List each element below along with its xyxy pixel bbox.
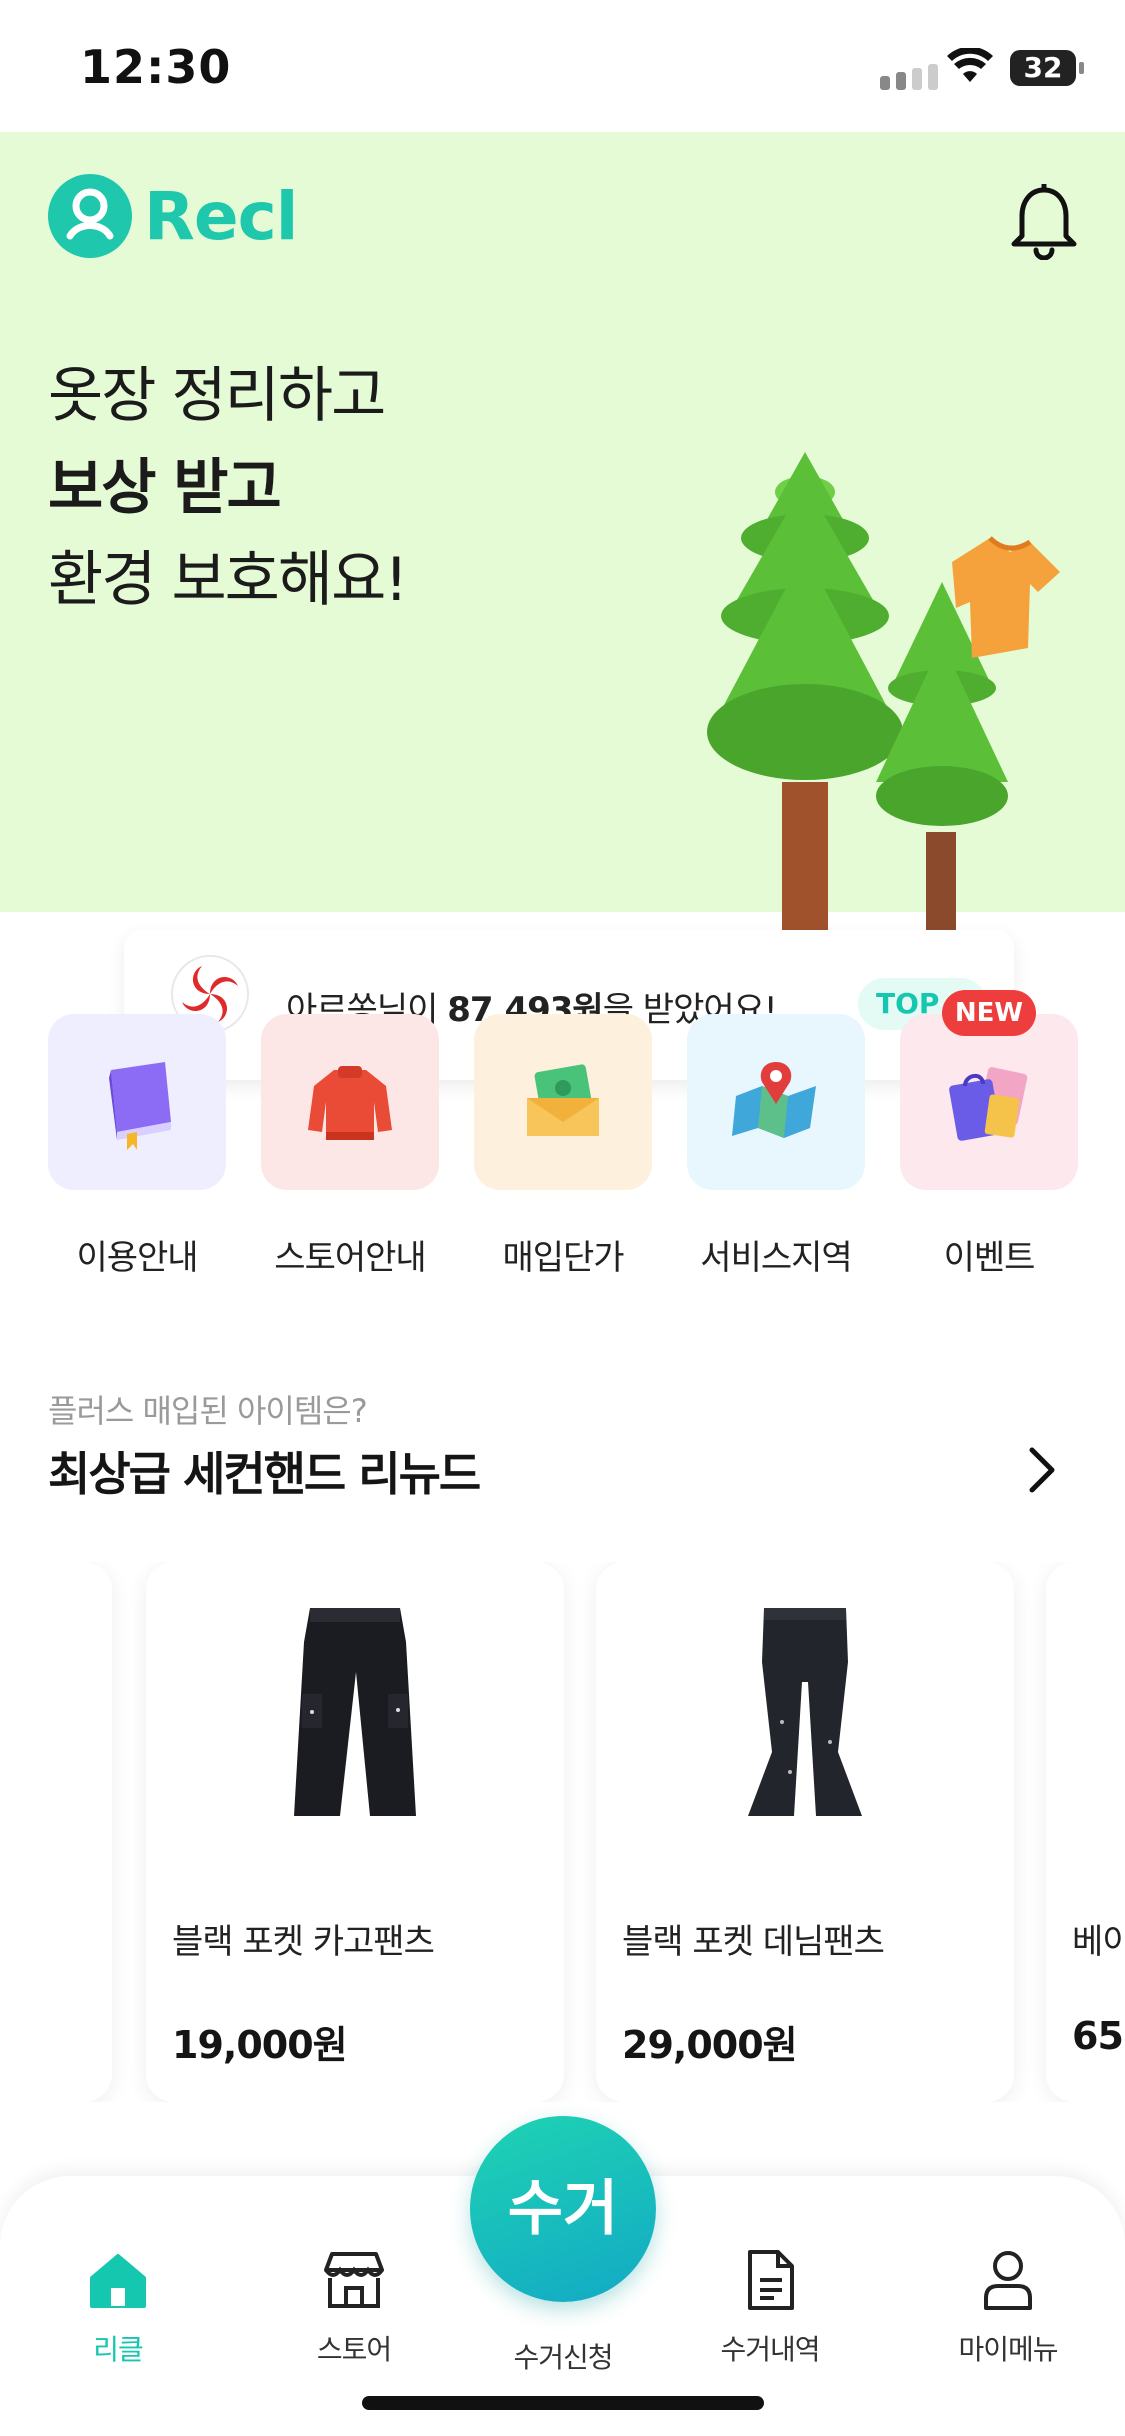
section-title: 최상급 세컨핸드 리뉴드 [48,1447,481,1501]
book-icon [109,1062,171,1150]
hero-banner: Recl 옷장 정리하고 보상 받고 환경 보호해요! 아르쏭님이 87,493… [0,132,1125,1080]
bell-icon[interactable] [1008,184,1080,260]
brand-name: Recl [144,177,298,255]
menu-tile [687,1014,865,1190]
menu-tile [48,1014,226,1190]
product-card[interactable]: 블랙 포켓 데님팬츠 29,000원 [596,1562,1014,2102]
store-icon [324,2252,384,2308]
wifi-icon [947,48,993,82]
battery-icon: 32 [1010,50,1084,86]
menu-item-price[interactable]: 매입단가 [474,1014,652,1279]
product-name: 베이 [1072,1922,1125,1962]
home-icon [90,2254,146,2308]
brand-logo[interactable]: Recl [48,174,298,258]
product-carousel[interactable]: 블랙 포켓 카고팬츠 19,000원 블랙 포켓 데님팬츠 29,000원 베이… [0,1562,1125,2102]
menu-tile [474,1014,652,1190]
product-card[interactable]: 블랙 포켓 카고팬츠 19,000원 [146,1562,564,2102]
menu-tile [261,1014,439,1190]
denim-pants-image [748,1608,862,1816]
money-envelope-icon [527,1064,599,1136]
nav-tab-store[interactable]: 스토어 [274,2248,434,2368]
nav-tab-home[interactable]: 리클 [38,2248,198,2368]
product-price: 29,000원 [622,2023,798,2067]
nav-label: 마이메뉴 [958,2333,1058,2366]
menu-item-event[interactable]: NEW 이벤트 [900,990,1078,1279]
hero-line-3: 환경 보호해요! [48,545,408,615]
cargo-pants-image [294,1608,416,1816]
product-name: 블랙 포켓 데님팬츠 [622,1922,885,1962]
menu-label: 이벤트 [943,1238,1036,1278]
map-icon [732,1062,816,1138]
status-bar: 12:30 32 [0,0,1125,132]
sweater-icon [308,1066,392,1140]
recl-logo-icon [48,174,132,258]
product-price: 65, [1072,2014,1125,2058]
cellular-signal-icon [880,64,938,90]
nav-label: 리클 [93,2333,144,2366]
home-indicator [362,2396,764,2410]
product-card[interactable]: 베이 65, [1046,1562,1125,2102]
hero-line-2: 보상 받고 [48,453,282,523]
product-image [596,1602,1014,1842]
section-subtitle: 플러스 매입된 아이템은? [48,1392,368,1430]
new-badge: NEW [942,990,1036,1036]
pickup-request-button[interactable]: 수거 [470,2116,656,2302]
nav-label: 수거내역 [720,2333,820,2366]
product-price: 19,000원 [172,2023,348,2067]
status-time: 12:30 [80,40,232,94]
menu-tile: NEW [900,990,1078,1190]
person-icon [984,2251,1032,2310]
menu-label: 매입단가 [502,1238,624,1278]
shopping-bags-icon [949,1067,1028,1141]
product-card-partial[interactable] [0,1562,112,2102]
nav-tab-my-menu[interactable]: 마이메뉴 [928,2248,1088,2368]
menu-item-service-area[interactable]: 서비스지역 [687,1014,865,1279]
hero-headline: 옷장 정리하고 보상 받고 환경 보호해요! [48,350,408,626]
menu-label: 서비스지역 [700,1238,852,1278]
menu-label: 이용안내 [76,1238,198,1278]
menu-item-guide[interactable]: 이용안내 [48,1014,226,1279]
nav-label: 스토어 [316,2333,392,2366]
product-name: 블랙 포켓 카고팬츠 [172,1922,435,1962]
pickup-request-label: 수거신청 [513,2341,613,2374]
nav-tab-history[interactable]: 수거내역 [690,2248,850,2368]
product-image [146,1602,564,1842]
hero-line-1: 옷장 정리하고 [48,361,386,431]
chevron-right-icon[interactable] [1024,1444,1060,1496]
quick-menu: 이용안내 스토어안내 매입단가 서비스지역 NEW 이벤트 [48,990,1078,1294]
menu-item-store-info[interactable]: 스토어안내 [261,1014,439,1279]
menu-label: 스토어안내 [274,1238,426,1278]
document-icon [748,2250,794,2310]
tree-illustration [707,452,1060,932]
